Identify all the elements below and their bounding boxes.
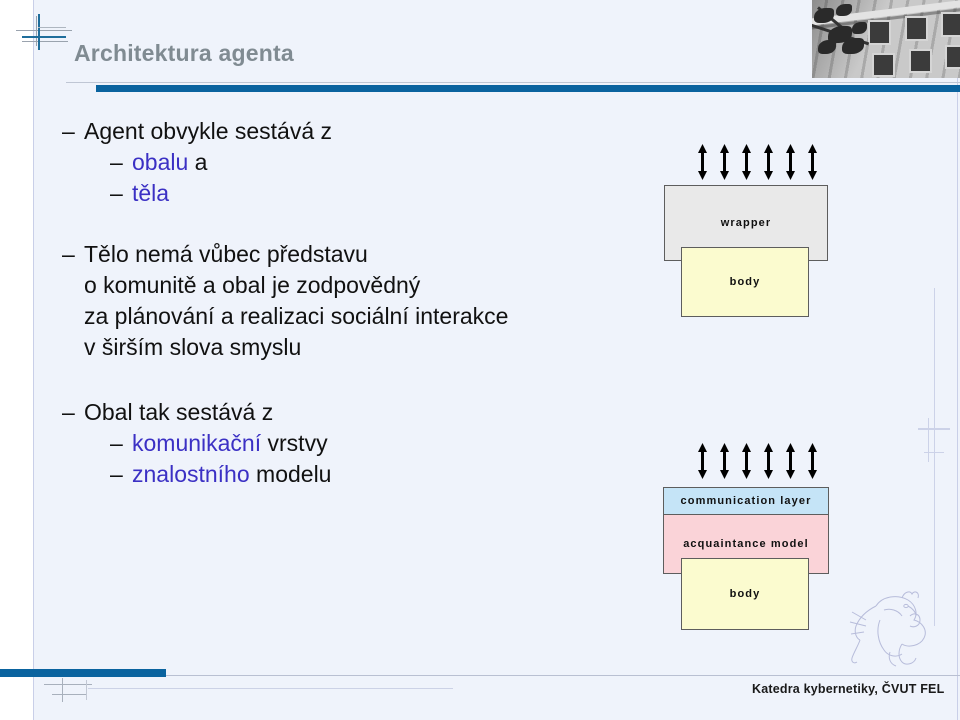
footer-rule-secondary [88,688,453,689]
double-arrow-icon [742,443,751,479]
box-communication-layer-label: communication layer [680,495,812,507]
double-arrow-icon [786,443,795,479]
diagram-layered-agent: communication layer acquaintance model b… [0,0,960,720]
footer-text: Katedra kybernetiky, ČVUT FEL [752,682,945,696]
ctu-lion-watermark [849,591,926,667]
slide-canvas: Architektura agenta – Agent obvykle sest… [0,0,960,720]
box-acquaintance-model-label: acquaintance model [683,538,809,550]
double-arrow-icon [764,443,773,479]
crosshair-bottom-h [44,684,92,685]
double-arrow-icon [808,443,817,479]
box-communication-layer: communication layer [663,487,829,515]
crosshair-bottom-v2 [86,680,87,700]
arrow-group-bottom [697,443,818,479]
crosshair-bottom-v [62,678,63,702]
double-arrow-icon [698,443,707,479]
box-body-label: body [729,588,761,600]
footer-accent-bar [0,669,166,677]
double-arrow-icon [720,443,729,479]
box-body-bottom: body [681,558,809,630]
footer-rule [166,675,960,676]
crosshair-bottom-h2 [52,694,86,695]
